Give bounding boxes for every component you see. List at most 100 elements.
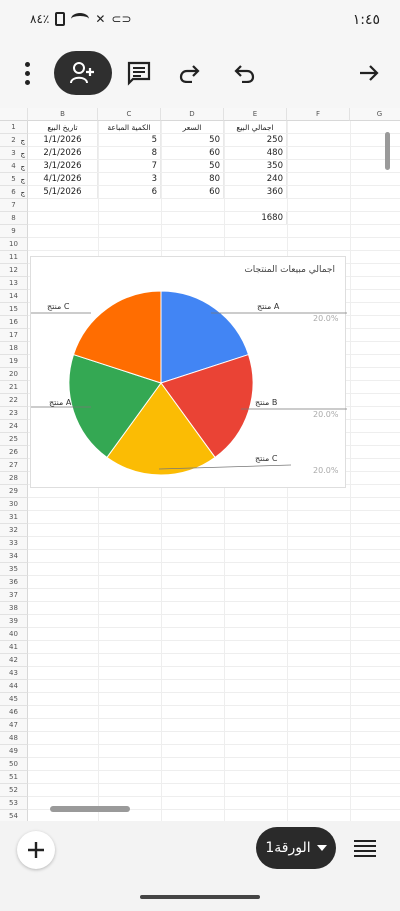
cell-a-stub[interactable]: ج [0, 147, 28, 160]
more-options-icon[interactable] [18, 62, 36, 88]
row-gridline [28, 679, 400, 680]
row-header[interactable]: 7 [0, 199, 28, 212]
cell-a-stub[interactable]: ج [0, 173, 28, 186]
add-sheet-button[interactable] [17, 831, 55, 869]
row-header[interactable]: 34 [0, 550, 28, 563]
row-header[interactable]: 32 [0, 524, 28, 537]
row-gridline [28, 211, 400, 212]
row-gridline [28, 653, 400, 654]
row-gridline [28, 185, 400, 186]
row-gridline [28, 666, 400, 667]
column-header-g[interactable]: G [350, 108, 400, 121]
row-header[interactable]: 29 [0, 485, 28, 498]
row-header[interactable]: 45 [0, 693, 28, 706]
row-header[interactable]: 15 [0, 303, 28, 316]
row-header[interactable]: 22 [0, 394, 28, 407]
sheet-tab-active[interactable]: الورقة1 [256, 827, 336, 869]
row-header[interactable]: 54 [0, 810, 28, 821]
row-header[interactable]: 19 [0, 355, 28, 368]
row-header[interactable]: 39 [0, 615, 28, 628]
row-header[interactable]: 21 [0, 381, 28, 394]
row-header[interactable]: 17 [0, 329, 28, 342]
comments-icon[interactable] [124, 58, 154, 88]
row-header[interactable]: 46 [0, 706, 28, 719]
slice-label: منتج B [255, 398, 277, 407]
row-header[interactable]: 31 [0, 511, 28, 524]
muted-icon: ✕ [95, 12, 106, 26]
row-header[interactable]: 14 [0, 290, 28, 303]
row-header[interactable]: 49 [0, 745, 28, 758]
row-header[interactable]: 37 [0, 589, 28, 602]
row-header[interactable]: 53 [0, 797, 28, 810]
row-header[interactable]: 50 [0, 758, 28, 771]
status-icons: ٨٤٪ ✕ ⊂⊃ [30, 12, 132, 26]
row-gridline [28, 640, 400, 641]
column-header-d[interactable]: D [161, 108, 224, 121]
redo-icon[interactable] [175, 58, 205, 88]
row-gridline [28, 198, 400, 199]
row-header[interactable]: 20 [0, 368, 28, 381]
column-header-b[interactable]: B [28, 108, 98, 121]
row-gridline [28, 510, 400, 511]
cell-a-stub[interactable]: ج [0, 186, 28, 199]
row-header[interactable]: 41 [0, 641, 28, 654]
vertical-scrollbar[interactable] [385, 132, 390, 170]
corner-cell[interactable] [0, 108, 28, 121]
top-toolbar [0, 40, 400, 108]
all-sheets-icon[interactable] [354, 840, 376, 858]
row-header[interactable]: 38 [0, 602, 28, 615]
row-header[interactable]: 51 [0, 771, 28, 784]
row-header[interactable]: 16 [0, 316, 28, 329]
row-header[interactable]: 12 [0, 264, 28, 277]
pie-chart[interactable]: اجمالي مبيعات المنتجات منتج A منتج B منتج … [30, 256, 347, 488]
row-header[interactable]: 33 [0, 537, 28, 550]
row-header[interactable]: 36 [0, 576, 28, 589]
column-header-f[interactable]: F [287, 108, 350, 121]
cell-a-stub[interactable]: ج [0, 160, 28, 173]
column-header-e[interactable]: E [224, 108, 287, 121]
row-header[interactable]: 1 [0, 121, 28, 134]
row-header[interactable]: 8 [0, 212, 28, 225]
row-gridline [28, 237, 400, 238]
row-header[interactable]: 26 [0, 446, 28, 459]
row-header[interactable]: 47 [0, 719, 28, 732]
row-gridline [28, 705, 400, 706]
row-header[interactable]: 10 [0, 238, 28, 251]
arrow-forward-icon[interactable] [354, 58, 384, 88]
undo-icon[interactable] [229, 58, 259, 88]
row-header[interactable]: 43 [0, 667, 28, 680]
row-gridline [28, 770, 400, 771]
row-header[interactable]: 25 [0, 433, 28, 446]
row-header[interactable]: 9 [0, 225, 28, 238]
column-header-c[interactable]: C [98, 108, 161, 121]
spreadsheet-grid[interactable]: B C D E F G 1 2 3 4 5 6 7 8 9 10 11 12 13 14 15 16 17 18 1… [0, 108, 400, 821]
cell-a-stub[interactable]: ج [0, 134, 28, 147]
row-header[interactable]: 24 [0, 420, 28, 433]
row-header[interactable]: 23 [0, 407, 28, 420]
row-header[interactable]: 44 [0, 680, 28, 693]
row-header[interactable]: 52 [0, 784, 28, 797]
row-header[interactable]: 30 [0, 498, 28, 511]
row-gridline [28, 588, 400, 589]
slice-label: منتج A [49, 398, 72, 407]
row-gridline [28, 523, 400, 524]
row-header[interactable]: 11 [0, 251, 28, 264]
row-header[interactable]: 48 [0, 732, 28, 745]
row-header[interactable]: 27 [0, 459, 28, 472]
row-header[interactable]: 18 [0, 342, 28, 355]
chevron-down-icon [316, 845, 327, 851]
row-header[interactable]: 40 [0, 628, 28, 641]
slice-label: منتج A [257, 302, 280, 311]
row-gridline [28, 718, 400, 719]
share-button[interactable] [54, 51, 112, 95]
row-header[interactable]: 28 [0, 472, 28, 485]
horizontal-scrollbar[interactable] [50, 806, 130, 812]
row-gridline [28, 783, 400, 784]
battery-icon [55, 12, 66, 26]
battery-percent: ٨٤٪ [30, 12, 50, 26]
row-header[interactable]: 42 [0, 654, 28, 667]
row-header[interactable]: 35 [0, 563, 28, 576]
row-gridline [28, 172, 400, 173]
wifi-icon [71, 13, 90, 25]
row-header[interactable]: 13 [0, 277, 28, 290]
